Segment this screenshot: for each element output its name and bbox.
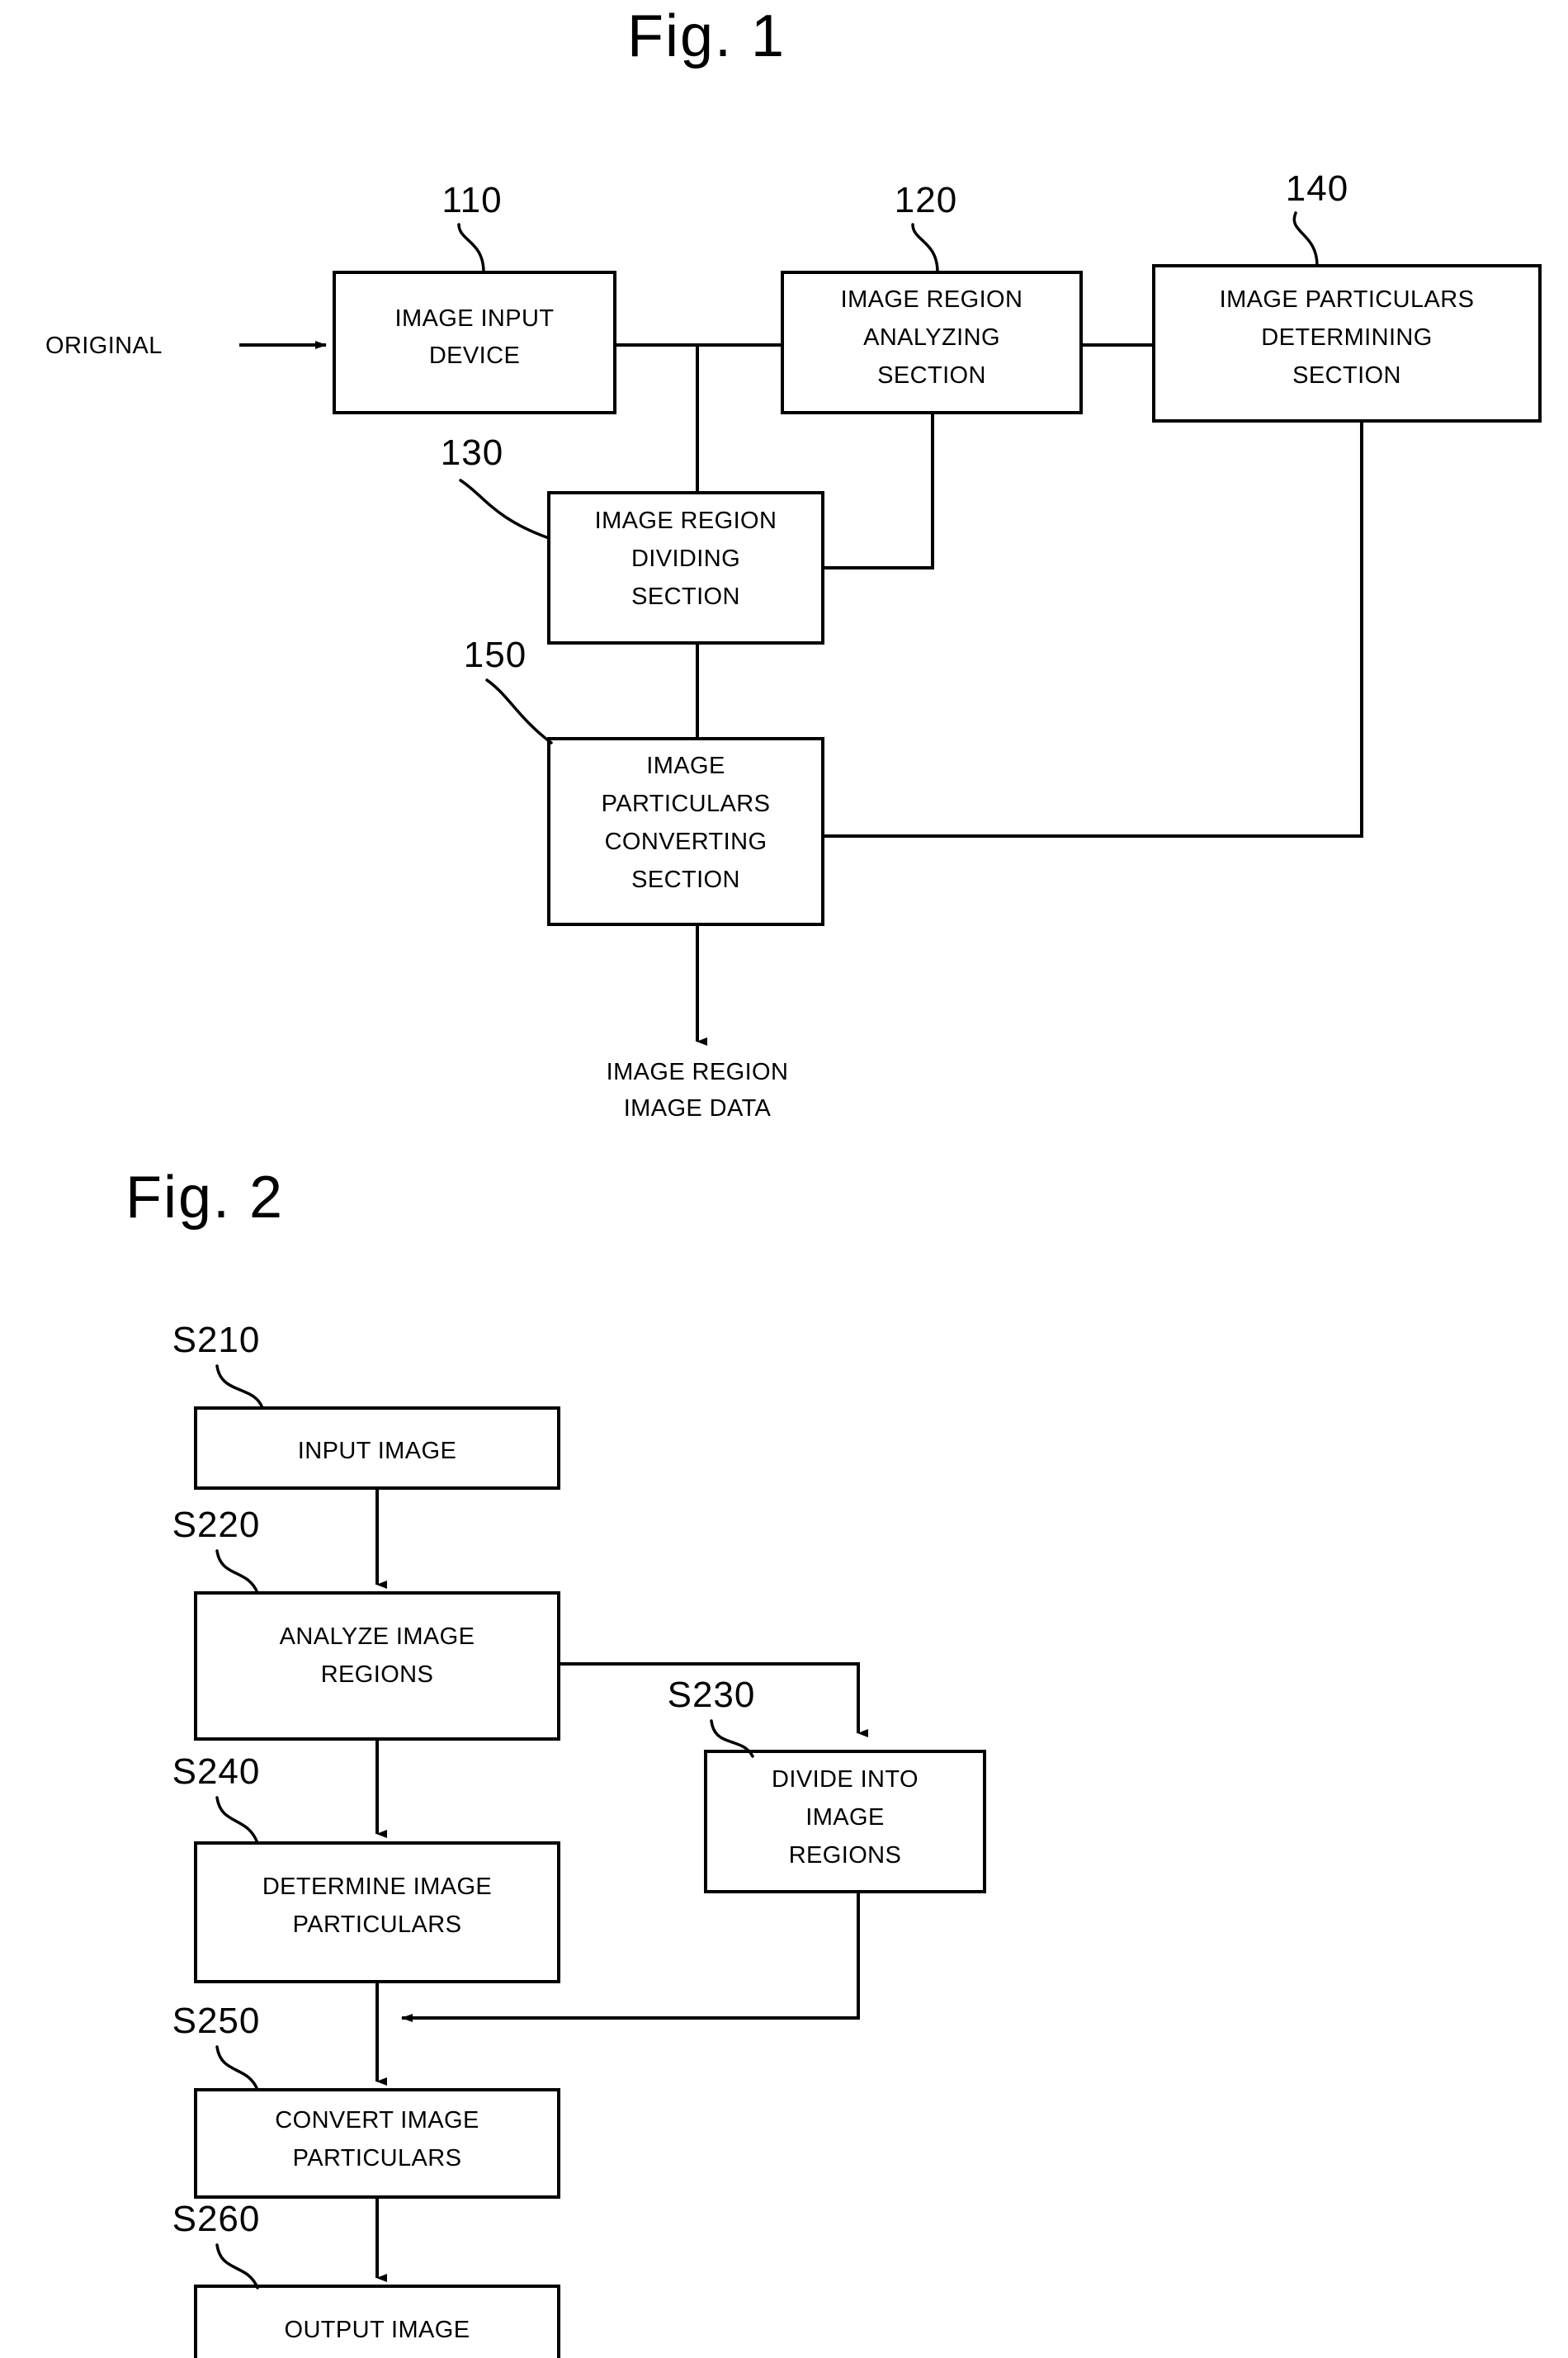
leader-line-130 [459, 479, 550, 540]
leader-line-s240 [215, 1796, 259, 1845]
ref-number-s260: S260 [172, 2199, 261, 2239]
leader-line-s250 [215, 2045, 259, 2091]
box-140-line-1: IMAGE PARTICULARS [1220, 286, 1475, 313]
ref-number-130: 130 [441, 432, 503, 473]
box-s240-line-1: DETERMINE IMAGE [262, 1874, 492, 1900]
ref-number-s210: S210 [172, 1320, 261, 1360]
leader-line-s220 [215, 1549, 259, 1595]
figure-2-group: Fig. 2 INPUT IMAGE S210 ANALYZE IMAGE RE… [125, 1165, 986, 2358]
box-150-line-1: IMAGE [646, 753, 725, 779]
original-input-label: ORIGINAL [45, 333, 163, 359]
box-150-line-3: CONVERTING [605, 829, 767, 855]
figure-1-title: Fig. 1 [627, 3, 786, 69]
leader-line-140 [1292, 211, 1319, 267]
ref-number-140: 140 [1286, 168, 1348, 209]
ref-number-120: 120 [895, 180, 957, 220]
leader-line-110 [457, 223, 485, 274]
box-s260-line-1: OUTPUT IMAGE [284, 2317, 470, 2343]
box-s210-line-1: INPUT IMAGE [298, 1438, 456, 1464]
output-label-line-2: IMAGE DATA [624, 1095, 772, 1122]
patent-drawing-sheet: Fig. 1 ORIGINAL IMAGE INPUT DEVICE 110 I… [0, 0, 1568, 2358]
box-120-line-3: SECTION [877, 362, 986, 389]
box-140-line-3: SECTION [1292, 362, 1401, 389]
ref-number-s250: S250 [172, 2001, 261, 2041]
box-s240-line-2: PARTICULARS [293, 1911, 462, 1938]
figure-1-group: Fig. 1 ORIGINAL IMAGE INPUT DEVICE 110 I… [45, 3, 1542, 1122]
ref-number-s230: S230 [668, 1675, 756, 1715]
box-130-line-1: IMAGE REGION [595, 508, 777, 534]
link-140-to-150 [823, 421, 1363, 838]
box-110-line-2: DEVICE [429, 343, 520, 369]
box-130-line-3: SECTION [631, 584, 740, 610]
box-150-line-4: SECTION [631, 867, 740, 893]
patent-figures-canvas: Fig. 1 ORIGINAL IMAGE INPUT DEVICE 110 I… [45, 3, 1542, 2358]
box-s230-line-1: DIVIDE INTO [772, 1766, 919, 1793]
figure-2-title: Fig. 2 [125, 1165, 284, 1231]
leader-line-s260 [215, 2243, 259, 2289]
box-s220-line-2: REGIONS [321, 1661, 434, 1688]
box-130-line-2: DIVIDING [631, 546, 740, 572]
box-s250-line-1: CONVERT IMAGE [275, 2107, 479, 2134]
box-150-line-2: PARTICULARS [602, 791, 771, 817]
ref-number-110: 110 [442, 180, 502, 220]
ref-number-s240: S240 [172, 1751, 261, 1792]
box-s220-line-1: ANALYZE IMAGE [280, 1623, 475, 1650]
output-label-line-1: IMAGE REGION [607, 1059, 789, 1085]
box-110-line-1: IMAGE INPUT [395, 305, 555, 332]
box-s250-line-2: PARTICULARS [293, 2145, 462, 2171]
leader-line-150 [485, 678, 553, 744]
box-120-line-1: IMAGE REGION [841, 286, 1023, 313]
box-s230-line-3: REGIONS [789, 1842, 902, 1869]
box-140-line-2: DETERMINING [1261, 324, 1432, 351]
leader-line-120 [911, 223, 939, 274]
ref-number-s220: S220 [172, 1505, 261, 1545]
box-s230-line-2: IMAGE [805, 1804, 884, 1831]
link-120-to-130 [823, 413, 934, 569]
leader-line-s210 [215, 1364, 264, 1410]
box-120-line-2: ANALYZING [863, 324, 1000, 351]
box-convert-image-particulars [194, 2088, 560, 2199]
ref-number-150: 150 [464, 635, 527, 675]
